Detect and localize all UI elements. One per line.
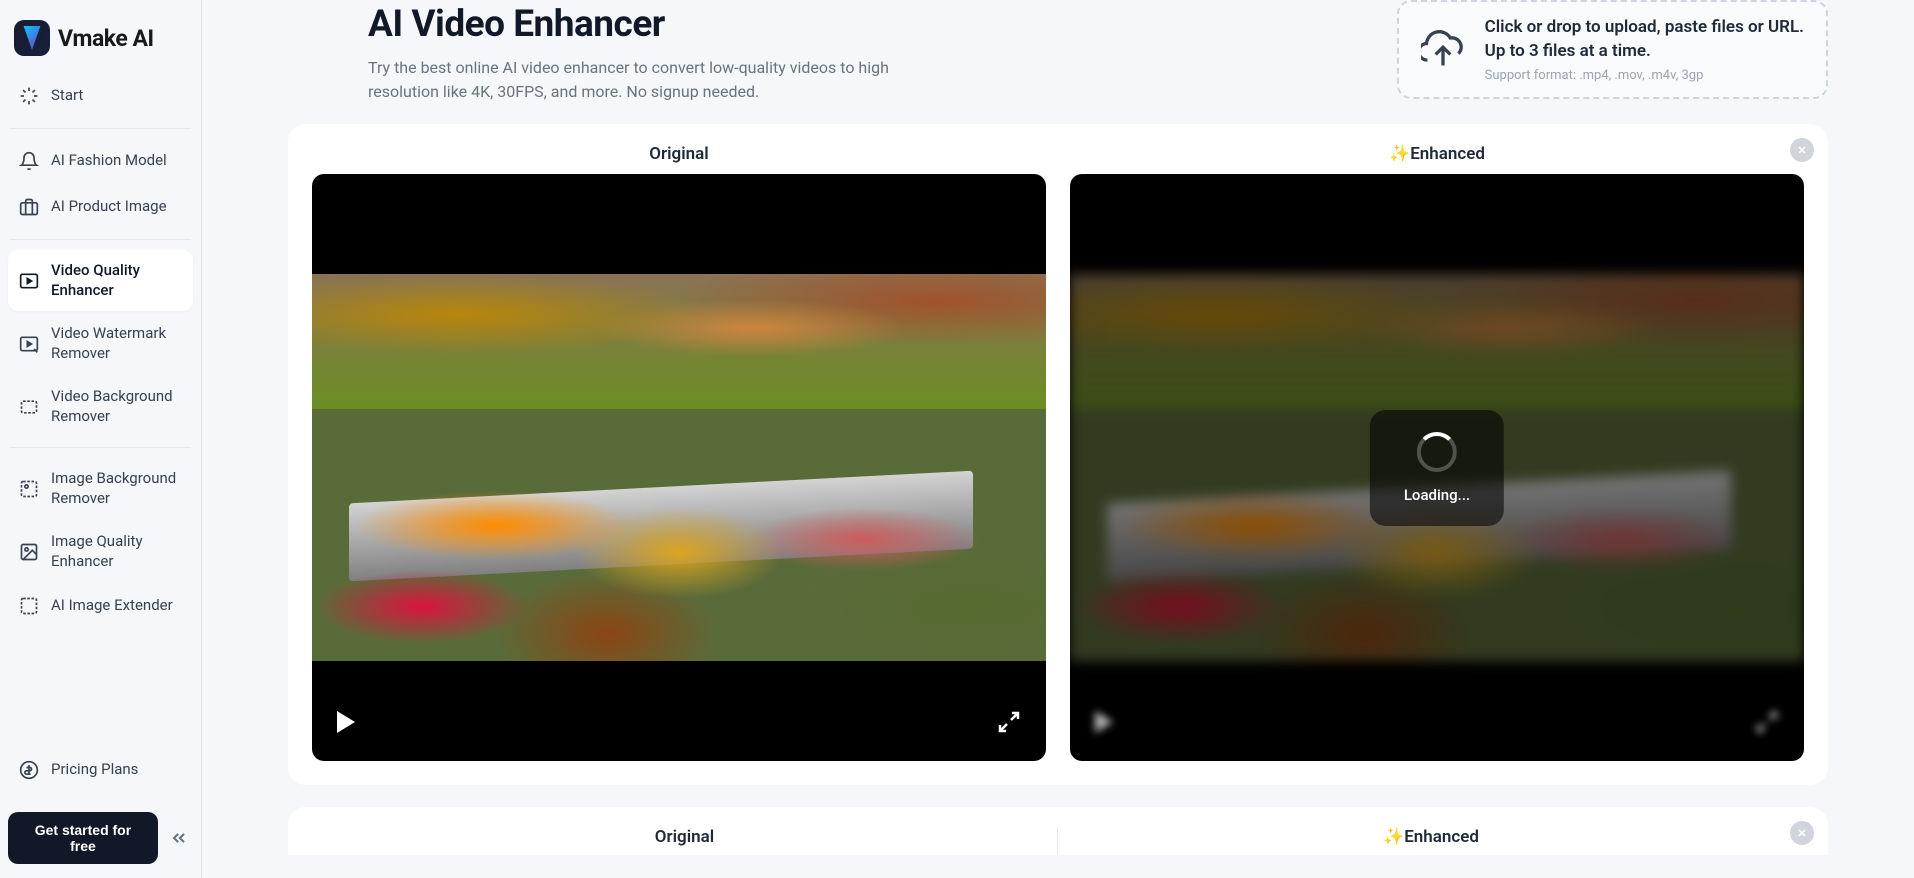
chevron-left-double-icon xyxy=(169,828,189,848)
nav-video-quality-enhancer[interactable]: Video Quality Enhancer xyxy=(8,250,193,311)
sidebar-footer: Get started for free xyxy=(0,802,201,878)
page-header: AI Video Enhancer Try the best online AI… xyxy=(368,0,928,104)
divider xyxy=(10,239,191,240)
divider xyxy=(10,128,191,129)
nav-label: Video Quality Enhancer xyxy=(51,261,183,300)
nav-video-watermark-remover[interactable]: Video Watermark Remover xyxy=(8,313,193,374)
upload-line1: Click or drop to upload, paste files or … xyxy=(1485,16,1804,40)
nav-label: AI Image Extender xyxy=(51,596,173,616)
sidebar: Vmake AI Start AI Fashion Model xyxy=(0,0,202,878)
enhanced-label-text: Enhanced xyxy=(1410,144,1485,164)
upload-formats: Support format: .mp4, .mov, .m4v, 3gp xyxy=(1485,68,1804,83)
nav-image-bg-remover[interactable]: Image Background Remover xyxy=(8,458,193,519)
sparkle-icon: ✨ xyxy=(1389,144,1410,164)
original-header-2: Original xyxy=(312,827,1057,855)
fullscreen-button-disabled xyxy=(1755,710,1779,734)
sparkle-icon: ✨ xyxy=(1383,827,1404,847)
original-video xyxy=(312,174,1046,761)
logo[interactable]: Vmake AI xyxy=(0,0,201,74)
enhanced-label-text-2: Enhanced xyxy=(1404,827,1479,847)
loading-text: Loading... xyxy=(1404,486,1470,504)
logo-text: Vmake AI xyxy=(58,25,154,52)
nav-start-label: Start xyxy=(51,86,83,106)
nav-label: AI Fashion Model xyxy=(51,151,167,171)
video-controls xyxy=(312,683,1046,761)
nav-label: Pricing Plans xyxy=(51,760,138,780)
original-header: Original xyxy=(312,144,1046,164)
video-watermark-icon xyxy=(18,333,40,355)
fullscreen-button[interactable] xyxy=(997,710,1021,734)
close-card-button[interactable] xyxy=(1790,138,1814,162)
expand-icon xyxy=(1755,710,1779,734)
nav-pricing[interactable]: Pricing Plans xyxy=(8,748,193,792)
nav-ai-image-extender[interactable]: AI Image Extender xyxy=(8,584,193,628)
bell-icon xyxy=(18,150,40,172)
enhanced-header: ✨Enhanced xyxy=(1070,144,1804,164)
video-enhance-icon xyxy=(18,270,40,292)
nav-label: Video Background Remover xyxy=(51,387,183,426)
get-started-button[interactable]: Get started for free xyxy=(8,812,158,864)
logo-icon xyxy=(14,20,50,56)
image-bg-icon xyxy=(18,478,40,500)
video-thumbnail xyxy=(312,274,1046,662)
page-description: Try the best online AI video enhancer to… xyxy=(368,56,928,104)
nav-label: Image Background Remover xyxy=(51,469,183,508)
nav-video-bg-remover[interactable]: Video Background Remover xyxy=(8,376,193,437)
briefcase-icon xyxy=(18,196,40,218)
close-card-button[interactable] xyxy=(1790,821,1814,845)
image-enhance-icon xyxy=(18,541,40,563)
video-bg-icon xyxy=(18,396,40,418)
nav-label: Video Watermark Remover xyxy=(51,324,183,363)
compare-card-2: Original ✨Enhanced xyxy=(288,807,1828,855)
play-button[interactable] xyxy=(337,711,355,733)
loading-overlay: Loading... xyxy=(1370,410,1504,526)
divider xyxy=(10,447,191,448)
nav-start[interactable]: Start xyxy=(8,74,193,118)
video-controls-disabled xyxy=(1070,683,1804,761)
nav-fashion-model[interactable]: AI Fashion Model xyxy=(8,139,193,183)
upload-line2: Up to 3 files at a time. xyxy=(1485,40,1804,64)
expand-icon xyxy=(997,710,1021,734)
upload-cloud-icon xyxy=(1421,27,1465,71)
nav-image-quality-enhancer[interactable]: Image Quality Enhancer xyxy=(8,521,193,582)
enhanced-video: Loading... xyxy=(1070,174,1804,761)
pricing-icon xyxy=(18,759,40,781)
upload-dropzone[interactable]: Click or drop to upload, paste files or … xyxy=(1397,0,1828,99)
spinner-icon xyxy=(1417,432,1457,472)
nav-label: AI Product Image xyxy=(51,197,167,217)
enhanced-header-2: ✨Enhanced xyxy=(1058,827,1804,855)
nav-product-image[interactable]: AI Product Image xyxy=(8,185,193,229)
image-extend-icon xyxy=(18,595,40,617)
play-button-disabled xyxy=(1095,711,1113,733)
page-title: AI Video Enhancer xyxy=(368,3,928,46)
main-content: AI Video Enhancer Try the best online AI… xyxy=(202,0,1914,878)
start-icon xyxy=(18,85,40,107)
close-icon xyxy=(1796,144,1808,156)
nav-label: Image Quality Enhancer xyxy=(51,532,183,571)
close-icon xyxy=(1796,827,1808,839)
compare-card: Original ✨Enhanced xyxy=(288,124,1828,785)
collapse-sidebar-button[interactable] xyxy=(166,824,193,852)
